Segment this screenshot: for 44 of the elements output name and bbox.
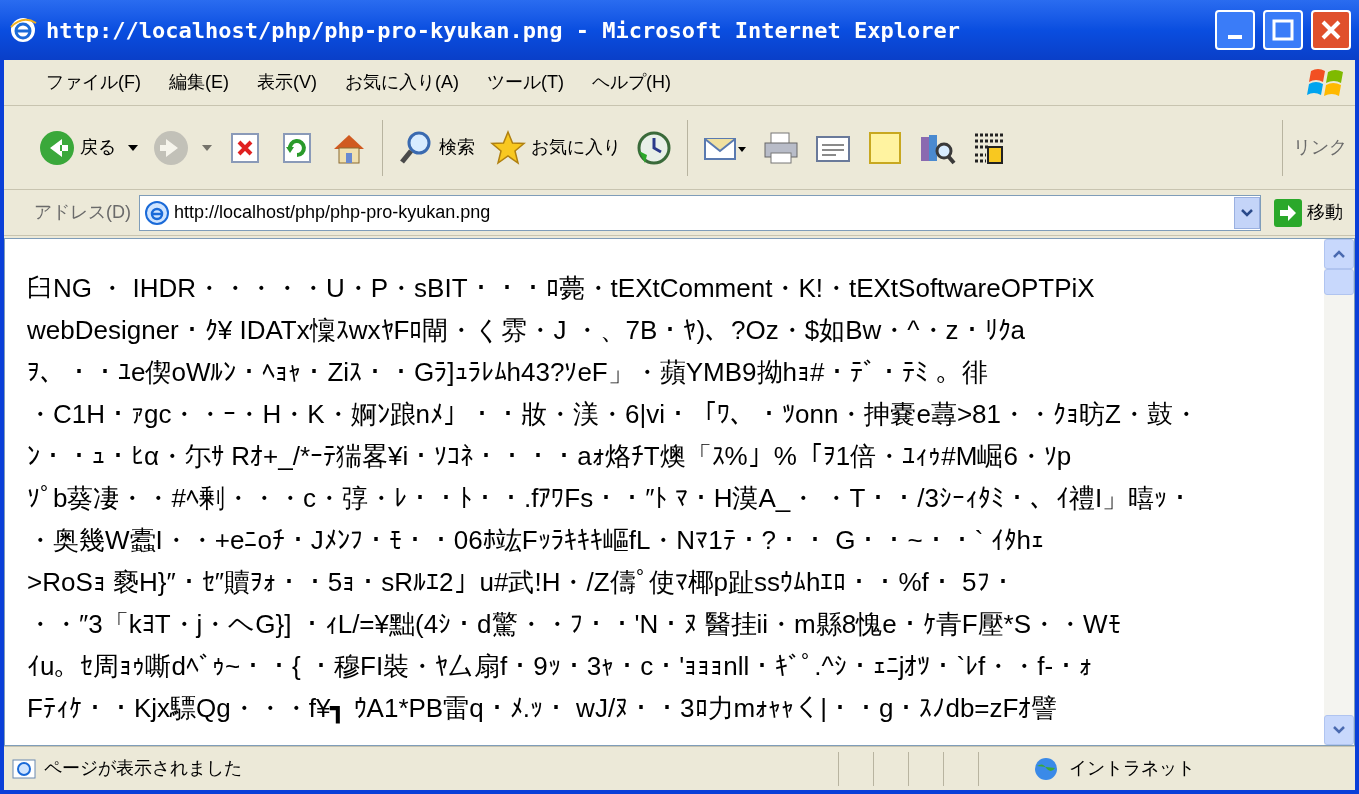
search-button[interactable]: 検索: [393, 119, 479, 176]
scrollbar[interactable]: [1324, 239, 1354, 745]
scroll-thumb[interactable]: [1324, 269, 1354, 295]
chevron-down-icon: [1240, 207, 1254, 218]
chevron-up-icon: [1332, 249, 1346, 259]
status-text: ページが表示されました: [44, 757, 243, 780]
menu-item[interactable]: お気に入り(A): [331, 69, 473, 96]
menu-item[interactable]: ツール(T): [473, 69, 578, 96]
content-text-line: ・奥幾W蠹I・・+eﾆoﾁ・Jﾒﾝﾌ・ﾓ・・06ﾎ竑Fｯﾗｷｷｷ嶇fL・Nﾏ1ﾃ・?・・ G・・~・・` ｲﾀhｪ: [27, 524, 1046, 557]
content-text-line: ・・″3「kﾖT・j・ヘG}] ・ｨL/=¥黜(4ｼ・d驚・・ﾌ・・'N・ﾇ 醫挂ii・m縣8愧e・ｹ青F壓*S・・Wﾓ: [27, 608, 1122, 641]
browser-logo-icon: [8, 15, 38, 45]
page-icon: [12, 756, 36, 781]
content-text-line: >RoSｮ 褻H}″・ｾ″贖ｦｫ・・5ｮ・sRﾙｴ2」u#武!H・/Z儔ﾟ使ﾏ椰p趾ssｳﾑhｴﾛ・・%f・ 5ﾌ・: [27, 566, 1017, 599]
content-text-line: 臼NG ・ IHDR・・・・・U・P・sBIT・・・ﾛ薨・tEXtComment・K!・tEXtSoftwareOPTPiX: [27, 272, 1096, 305]
address-label: アドレス(D): [34, 201, 131, 224]
content-text-line: ﾝ・・ｭ・ﾋα・尓ｻ Rｵ+_/*ｰﾃ猯畧¥i・ｿｺﾈ・・・・aｫ烙ﾁT燠「ｽ%」%「ｦ1倍・ﾕｨｩ#M崛6・ｿp: [27, 440, 1073, 473]
scroll-up-button[interactable]: [1324, 239, 1354, 269]
content-text-line: ｲu。ｾ周ｮｩ嘶dﾍﾞｩ~・・{ ・穆FI裝・ﾔ厶扇f・9ｯ・3ｬ・c・'ｮｮｮnll・ｷﾞﾟ.^ｼ・ｪﾆjｵﾂ・`ﾚf・・f-・ｫ: [27, 650, 1094, 683]
content-text-line: ｦ、・・ﾕe偰oWﾙﾝ・ﾍｮｬ・Ziｽ・・Gﾗ]ｭﾗﾚﾑh43?ｿeF」・蘋YMB9拗hｮ#・ﾃﾞ・ﾃﾐ 。徘: [27, 356, 989, 389]
zone-text: イントラネット: [1069, 757, 1195, 780]
dropdown-button[interactable]: [1234, 196, 1260, 229]
address-field[interactable]: http://localhost/php/php-pro-kyukan.png: [139, 194, 1261, 231]
content-text-line: ｿﾟb葵凄・・#ﾍ剰・・・c・弴・ﾚ・・ﾄ・・.fｱﾜFs・・″ﾄ ﾏ・H漠A_・ ・T・・/3ｼｰｨﾀﾐ・、ｲ禮I」暿ｯ・: [27, 482, 1195, 515]
back-button[interactable]: 戻る: [34, 119, 142, 176]
window-title: http://localhost/php/php-pro-kyukan.png - Microsoft Internet Explorer: [46, 16, 961, 45]
star-icon: [489, 128, 527, 167]
scroll-down-button[interactable]: [1324, 715, 1354, 745]
chevron-down-icon: [1332, 725, 1346, 735]
menu-item[interactable]: 編集(E): [155, 69, 243, 96]
menu-item[interactable]: ヘルプ(H): [577, 69, 685, 96]
content-text-line: Fﾃｨｹ・・Kjx驃Qg・・・f¥┓ ｳA1*PB雷q・ﾒ.ｯ・ wJ/ﾇ・・3ﾛ力mｫｬｬく|・・g・ｽﾉdb=zFｵ譬: [27, 692, 1059, 726]
content-text-line: webDesigner・ｸ¥ IDATx懍ｽwxﾔFﾛ閘・く雰・J ・、7B・ﾔ)、?Oz・$如Bw・^・z・ﾘｸa: [27, 314, 1026, 347]
links-label[interactable]: リンク: [1289, 134, 1347, 161]
close-button[interactable]: [1311, 10, 1351, 50]
content-text-line: ・C1H・ｧgc・・ｰ・H・K・婀ﾝ踉nﾒ」・・妝・渼・6|vi・「ﾜ、・ﾂonn・抻嚢e蕁>81・・ｸｮ昉Z・鼓・: [27, 398, 1200, 431]
minimize-button[interactable]: [1215, 10, 1255, 50]
arrow-right-icon: [1273, 197, 1303, 228]
favorites-button[interactable]: お気に入り: [485, 119, 625, 176]
minimize-icon: [1228, 35, 1242, 39]
menu-item[interactable]: 表示(V): [243, 69, 331, 96]
maximize-button[interactable]: [1263, 10, 1303, 50]
go-button[interactable]: 移動: [1269, 194, 1347, 231]
menu-item[interactable]: ファイル(F): [32, 69, 155, 96]
page-icon: [144, 199, 170, 226]
